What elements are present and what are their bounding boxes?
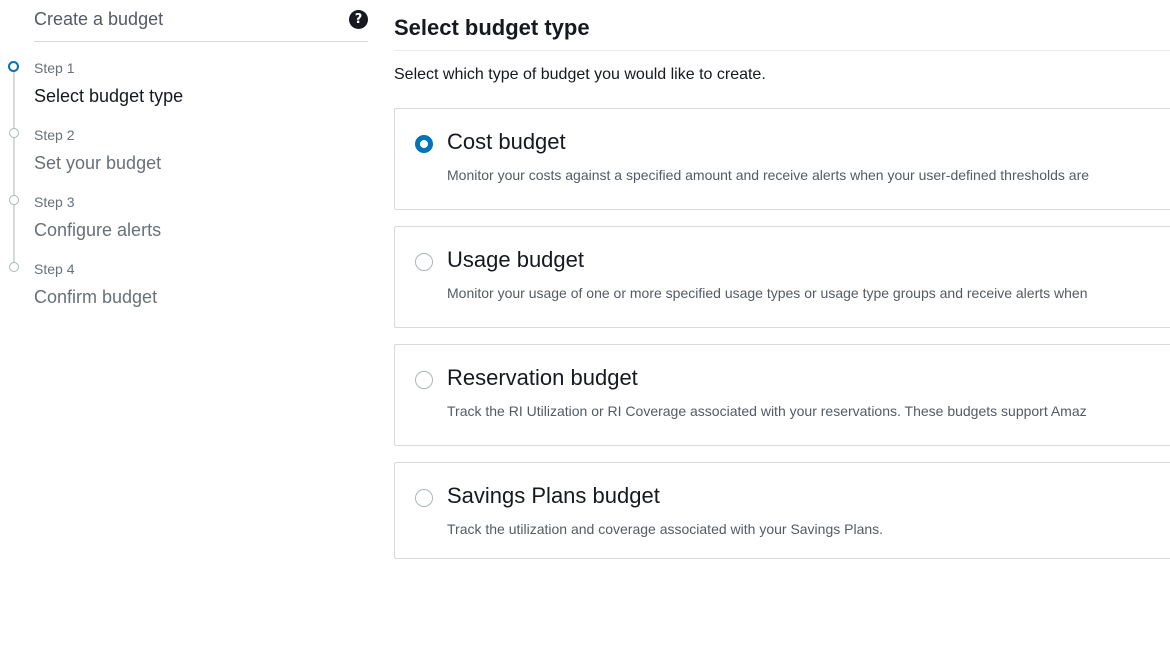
budget-type-option-savings-plans[interactable]: Savings Plans budget Track the utilizati… <box>394 462 1170 559</box>
step-indicator-active-icon <box>8 61 19 72</box>
step-label: Set your budget <box>34 153 162 173</box>
page-description: Select which type of budget you would li… <box>394 66 766 83</box>
step-indicator-icon <box>9 195 19 205</box>
step-indicator-icon <box>9 262 19 272</box>
budget-type-option-cost[interactable]: Cost budget Monitor your costs against a… <box>394 108 1170 210</box>
radio-button[interactable] <box>415 489 433 507</box>
step-label: Configure alerts <box>34 220 162 240</box>
steps-connector-line <box>13 72 15 268</box>
sidebar-title: Create a budget <box>34 9 164 29</box>
step-number: Step 3 <box>34 194 75 210</box>
title-divider <box>394 50 1170 51</box>
option-description: Monitor your costs against a specified a… <box>447 167 1090 183</box>
radio-button-selected[interactable] <box>415 135 433 153</box>
step-indicator-icon <box>9 128 19 138</box>
option-description: Track the utilization and coverage assoc… <box>447 521 884 537</box>
radio-button[interactable] <box>415 253 433 271</box>
main-content: Select budget type Select which type of … <box>394 0 1170 658</box>
page-title: Select budget type <box>394 15 590 40</box>
step-number: Step 2 <box>34 127 75 143</box>
step-number: Step 1 <box>34 60 75 76</box>
step-number: Step 4 <box>34 261 75 277</box>
budget-type-option-usage[interactable]: Usage budget Monitor your usage of one o… <box>394 226 1170 328</box>
option-title: Savings Plans budget <box>447 483 660 508</box>
option-title: Reservation budget <box>447 365 638 390</box>
option-description: Monitor your usage of one or more specif… <box>447 285 1088 301</box>
option-description: Track the RI Utilization or RI Coverage … <box>447 403 1087 419</box>
create-budget-page: Create a budget ? Step 1 Select budget t… <box>0 0 1170 658</box>
option-title: Usage budget <box>447 247 584 272</box>
sidebar-header: Create a budget ? <box>34 0 368 42</box>
step-label: Confirm budget <box>34 287 158 307</box>
radio-button[interactable] <box>415 371 433 389</box>
question-circle-icon[interactable]: ? <box>349 10 368 29</box>
budget-type-option-reservation[interactable]: Reservation budget Track the RI Utilizat… <box>394 344 1170 446</box>
step-label: Select budget type <box>34 86 184 106</box>
option-title: Cost budget <box>447 129 566 154</box>
